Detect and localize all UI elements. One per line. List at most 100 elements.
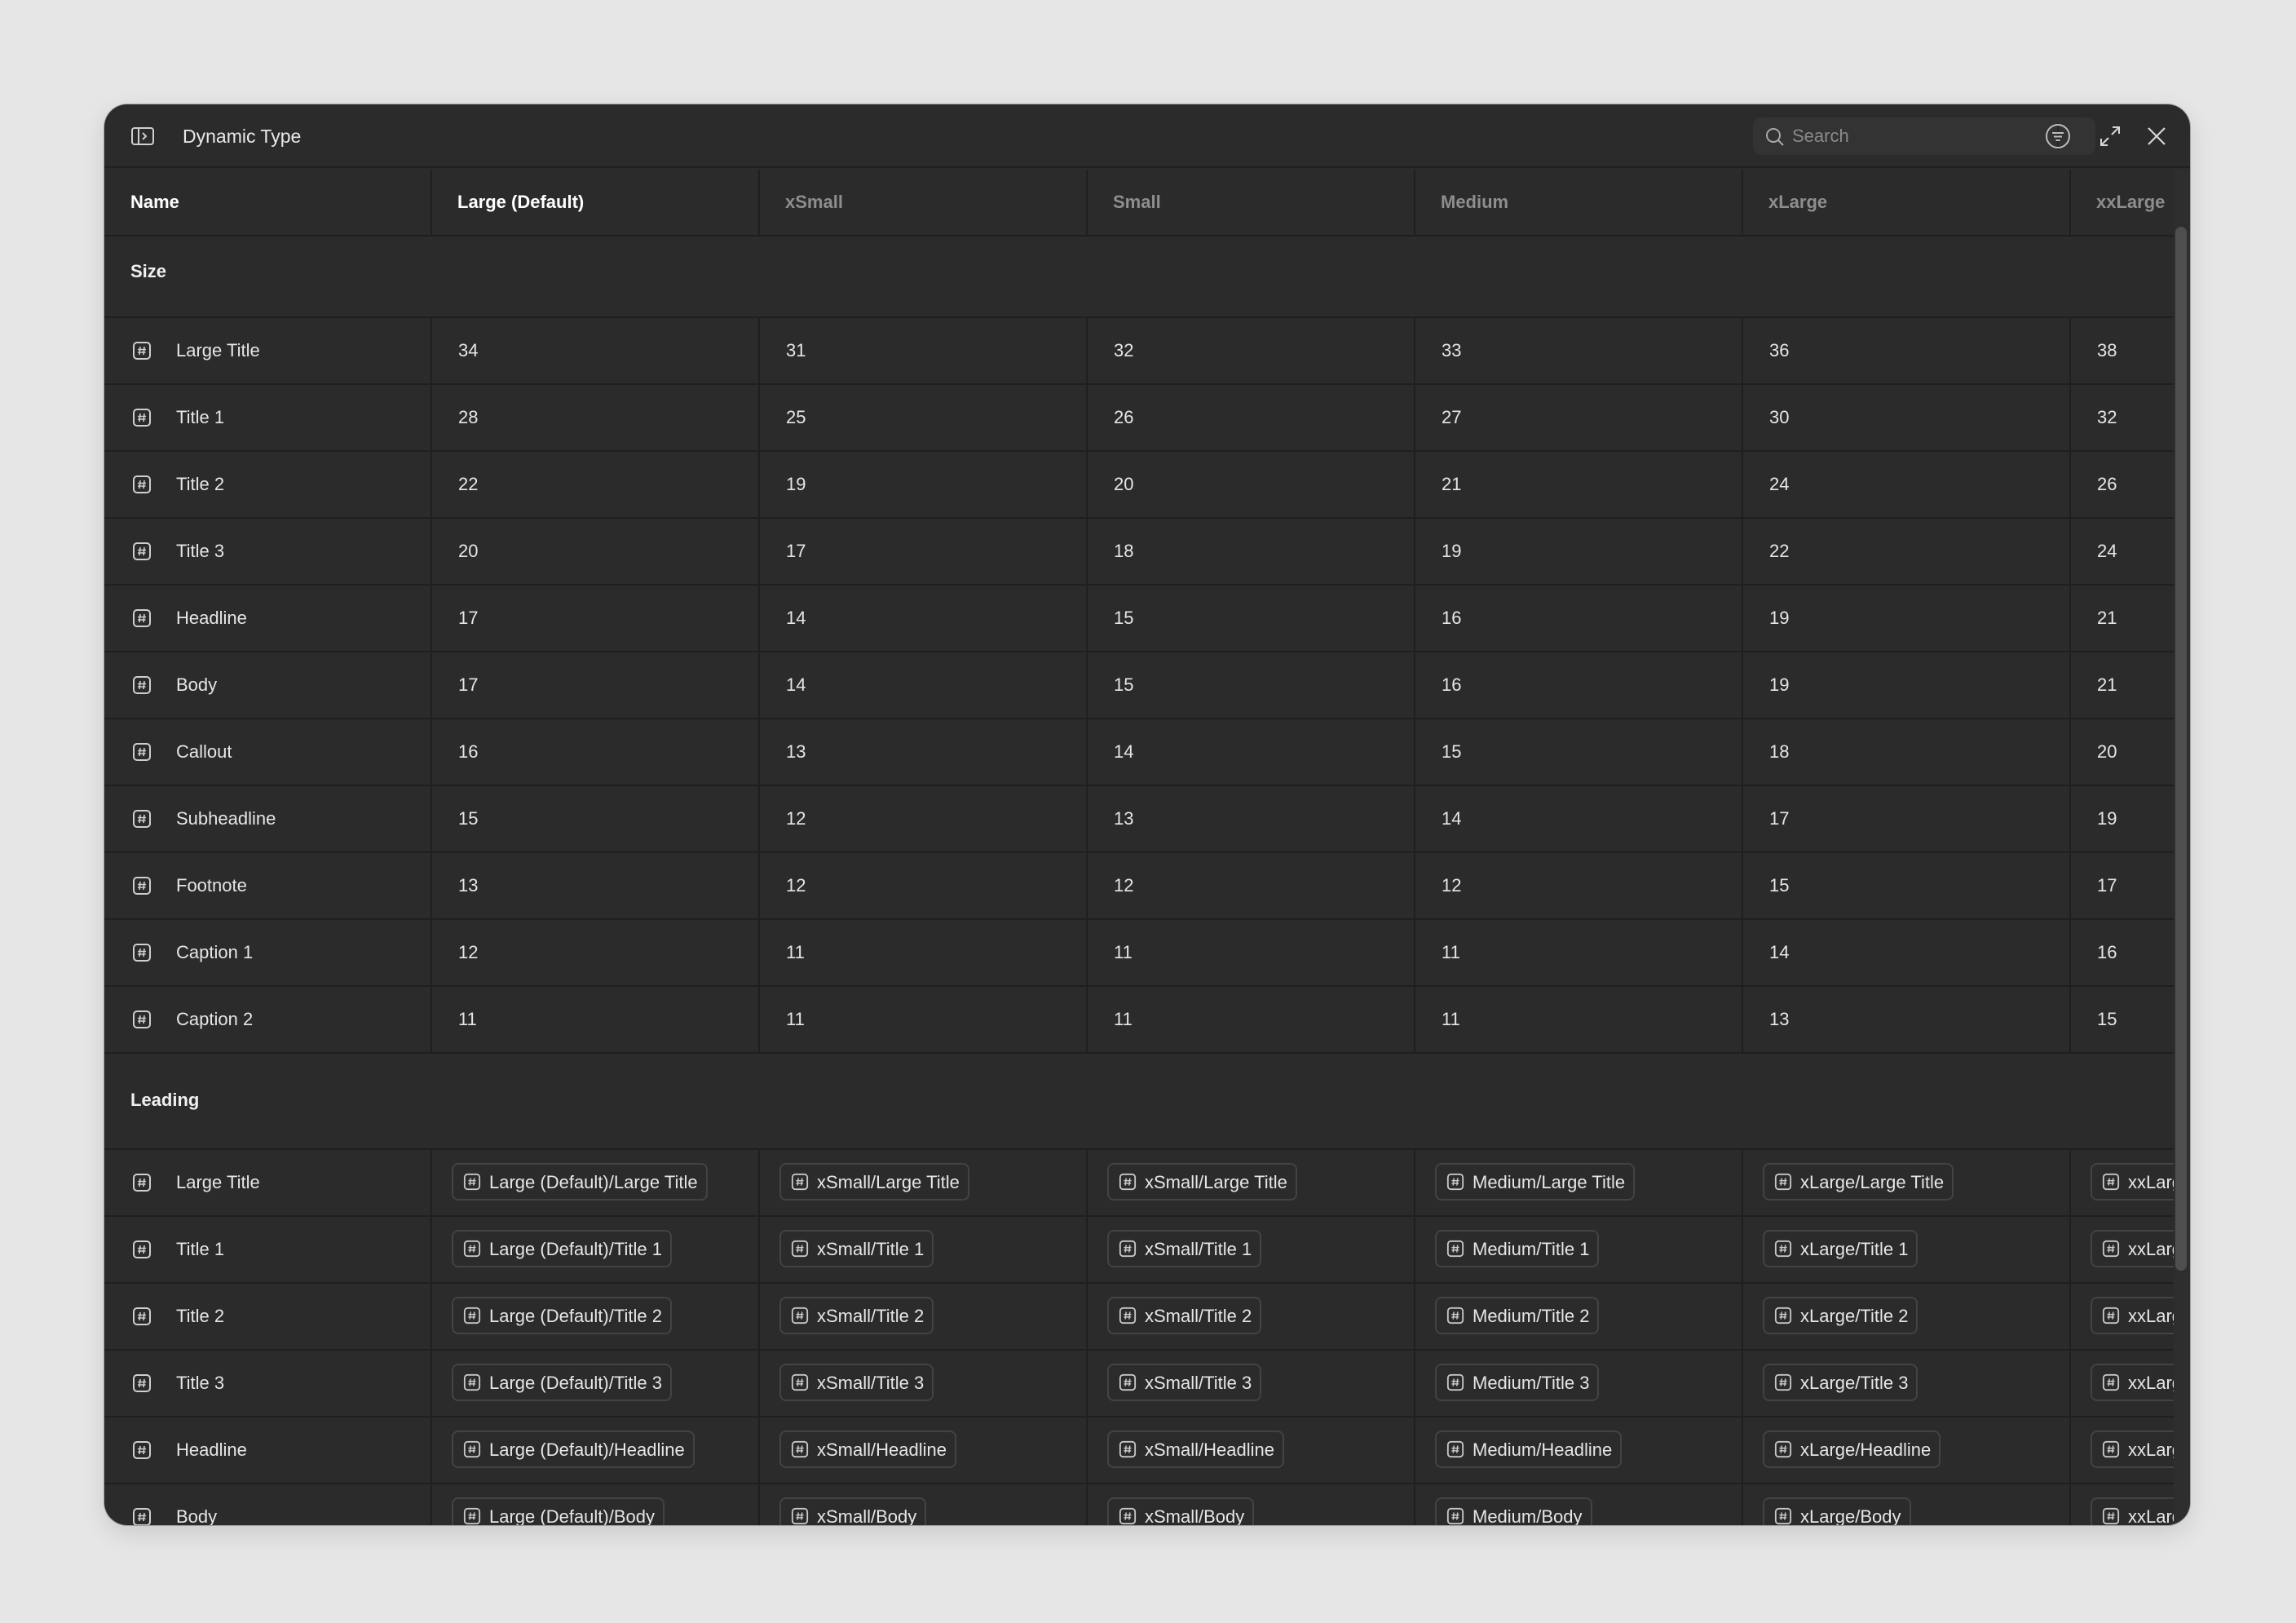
value-cell[interactable]: 14 xyxy=(786,586,806,651)
variable-alias-chip[interactable]: xLarge/Title 1 xyxy=(1763,1230,1918,1267)
value-cell[interactable]: 15 xyxy=(1769,853,1789,918)
variable-alias-chip[interactable]: xSmall/Body xyxy=(1107,1497,1255,1525)
value-cell[interactable]: 17 xyxy=(786,519,806,584)
leading-table-row[interactable]: Large Title Large (Default)/Large Title xS… xyxy=(104,1148,2174,1215)
value-cell[interactable]: 15 xyxy=(1114,586,1133,651)
value-cell[interactable]: 16 xyxy=(1442,652,1461,718)
value-cell[interactable]: 11 xyxy=(786,987,805,1052)
variable-alias-chip[interactable]: xSmall/Body xyxy=(779,1497,927,1525)
value-cell[interactable]: 11 xyxy=(1114,987,1133,1052)
variable-alias-chip[interactable]: xSmall/Title 1 xyxy=(779,1230,934,1267)
value-cell[interactable]: 12 xyxy=(1114,853,1133,918)
value-cell[interactable]: 16 xyxy=(1442,586,1461,651)
value-cell[interactable]: 12 xyxy=(786,853,806,918)
value-cell[interactable]: 11 xyxy=(458,987,477,1052)
leading-table-row[interactable]: Title 1 Large (Default)/Title 1 xSmall/Tit… xyxy=(104,1215,2174,1282)
variable-alias-chip[interactable]: xxLarg xyxy=(2091,1431,2174,1468)
value-cell[interactable]: 34 xyxy=(458,318,478,383)
value-cell[interactable]: 22 xyxy=(458,452,478,517)
variable-alias-chip[interactable]: Large (Default)/Headline xyxy=(452,1431,695,1468)
search-input[interactable] xyxy=(1792,117,2029,155)
size-table-row[interactable]: Caption 1 12 11 11 11 14 16 xyxy=(104,918,2174,985)
variable-alias-chip[interactable]: xxLarg xyxy=(2091,1297,2174,1334)
value-cell[interactable]: 14 xyxy=(1114,719,1133,785)
value-cell[interactable]: 21 xyxy=(2097,652,2117,718)
filter-icon[interactable] xyxy=(2044,122,2072,150)
value-cell[interactable]: 30 xyxy=(1769,385,1789,450)
variable-alias-chip[interactable]: xSmall/Large Title xyxy=(779,1163,969,1201)
column-header-xxlarge[interactable]: xxLarge xyxy=(2096,170,2165,235)
value-cell[interactable]: 27 xyxy=(1442,385,1461,450)
variable-alias-chip[interactable]: xSmall/Headline xyxy=(1107,1431,1284,1468)
size-table-row[interactable]: Title 2 22 19 20 21 24 26 xyxy=(104,450,2174,517)
value-cell[interactable]: 11 xyxy=(1442,920,1460,985)
value-cell[interactable]: 38 xyxy=(2097,318,2117,383)
value-cell[interactable]: 24 xyxy=(1769,452,1789,517)
expand-icon[interactable] xyxy=(2098,124,2122,148)
value-cell[interactable]: 28 xyxy=(458,385,478,450)
value-cell[interactable]: 19 xyxy=(2097,786,2117,851)
variable-alias-chip[interactable]: Large (Default)/Title 2 xyxy=(452,1297,672,1334)
size-table-row[interactable]: Callout 16 13 14 15 18 20 xyxy=(104,718,2174,785)
value-cell[interactable]: 14 xyxy=(1769,920,1789,985)
value-cell[interactable]: 18 xyxy=(1769,719,1789,785)
size-table-row[interactable]: Headline 17 14 15 16 19 21 xyxy=(104,584,2174,651)
variable-alias-chip[interactable]: xLarge/Title 2 xyxy=(1763,1297,1918,1334)
value-cell[interactable]: 12 xyxy=(458,920,478,985)
value-cell[interactable]: 11 xyxy=(1442,987,1460,1052)
variable-alias-chip[interactable]: Large (Default)/Title 3 xyxy=(452,1364,672,1401)
variable-alias-chip[interactable]: xSmall/Title 3 xyxy=(1107,1364,1262,1401)
variable-alias-chip[interactable]: xxLarg xyxy=(2091,1364,2174,1401)
variable-alias-chip[interactable]: xLarge/Headline xyxy=(1763,1431,1941,1468)
column-header-medium[interactable]: Medium xyxy=(1441,170,1508,235)
value-cell[interactable]: 15 xyxy=(458,786,478,851)
variable-alias-chip[interactable]: xSmall/Title 3 xyxy=(779,1364,934,1401)
value-cell[interactable]: 22 xyxy=(1769,519,1789,584)
value-cell[interactable]: 26 xyxy=(2097,452,2117,517)
variable-alias-chip[interactable]: xLarge/Large Title xyxy=(1763,1163,1954,1201)
scrollbar-thumb[interactable] xyxy=(2175,227,2187,1271)
value-cell[interactable]: 32 xyxy=(2097,385,2117,450)
leading-table-row[interactable]: Title 3 Large (Default)/Title 3 xSmall/Tit… xyxy=(104,1349,2174,1416)
value-cell[interactable]: 11 xyxy=(786,920,805,985)
size-table-row[interactable]: Subheadline 15 12 13 14 17 19 xyxy=(104,785,2174,851)
size-table-row[interactable]: Large Title 34 31 32 33 36 38 xyxy=(104,316,2174,383)
value-cell[interactable]: 20 xyxy=(1114,452,1133,517)
variable-alias-chip[interactable]: xSmall/Large Title xyxy=(1107,1163,1297,1201)
value-cell[interactable]: 31 xyxy=(786,318,806,383)
value-cell[interactable]: 15 xyxy=(1442,719,1461,785)
value-cell[interactable]: 11 xyxy=(1114,920,1133,985)
value-cell[interactable]: 13 xyxy=(1769,987,1789,1052)
value-cell[interactable]: 13 xyxy=(458,853,478,918)
value-cell[interactable]: 32 xyxy=(1114,318,1133,383)
variable-alias-chip[interactable]: Medium/Large Title xyxy=(1435,1163,1636,1201)
variable-alias-chip[interactable]: Large (Default)/Large Title xyxy=(452,1163,708,1201)
value-cell[interactable]: 17 xyxy=(1769,786,1789,851)
size-table-row[interactable]: Title 3 20 17 18 19 22 24 xyxy=(104,517,2174,584)
leading-table-row[interactable]: Title 2 Large (Default)/Title 2 xSmall/Tit… xyxy=(104,1282,2174,1349)
value-cell[interactable]: 19 xyxy=(1769,586,1789,651)
variable-alias-chip[interactable]: xxLarg xyxy=(2091,1230,2174,1267)
value-cell[interactable]: 12 xyxy=(1442,853,1461,918)
variable-alias-chip[interactable]: xLarge/Body xyxy=(1763,1497,1911,1525)
leading-table-row[interactable]: Headline Large (Default)/Headline xSmall/H… xyxy=(104,1416,2174,1483)
value-cell[interactable]: 21 xyxy=(1442,452,1461,517)
sidebar-toggle-icon[interactable] xyxy=(130,124,155,148)
size-table-row[interactable]: Body 17 14 15 16 19 21 xyxy=(104,651,2174,718)
value-cell[interactable]: 17 xyxy=(2097,853,2117,918)
value-cell[interactable]: 19 xyxy=(1442,519,1461,584)
column-header-name[interactable]: Name xyxy=(130,170,179,235)
value-cell[interactable]: 17 xyxy=(458,652,478,718)
variable-alias-chip[interactable]: xSmall/Title 1 xyxy=(1107,1230,1262,1267)
value-cell[interactable]: 14 xyxy=(1442,786,1461,851)
variable-alias-chip[interactable]: Medium/Title 3 xyxy=(1435,1364,1600,1401)
variable-alias-chip[interactable]: xSmall/Title 2 xyxy=(779,1297,934,1334)
value-cell[interactable]: 15 xyxy=(2097,987,2117,1052)
value-cell[interactable]: 19 xyxy=(786,452,806,517)
variable-alias-chip[interactable]: Medium/Headline xyxy=(1435,1431,1623,1468)
variable-alias-chip[interactable]: Large (Default)/Body xyxy=(452,1497,665,1525)
value-cell[interactable]: 19 xyxy=(1769,652,1789,718)
value-cell[interactable]: 16 xyxy=(458,719,478,785)
value-cell[interactable]: 24 xyxy=(2097,519,2117,584)
variable-alias-chip[interactable]: Large (Default)/Title 1 xyxy=(452,1230,672,1267)
